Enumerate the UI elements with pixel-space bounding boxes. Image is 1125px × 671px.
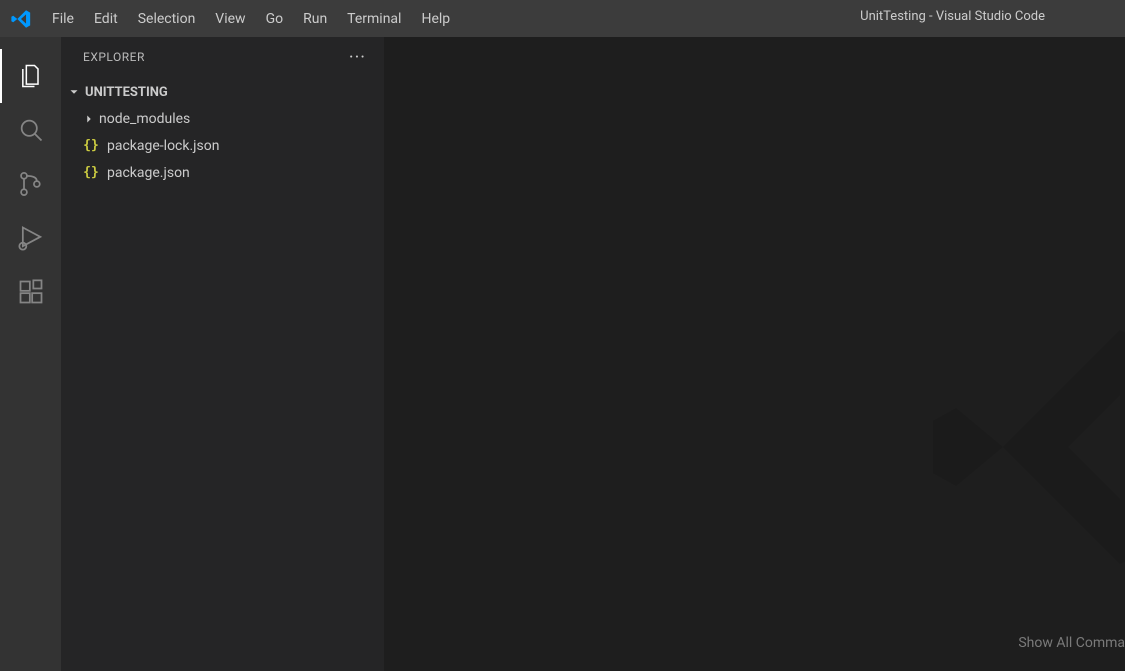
chevron-right-icon (81, 110, 97, 128)
title-bar: File Edit Selection View Go Run Terminal… (0, 0, 1125, 37)
file-tree: UNITTESTING node_modules {} package-lock… (61, 77, 384, 188)
menu-file[interactable]: File (42, 5, 84, 33)
editor-area: Show All Comma (384, 37, 1125, 671)
chevron-down-icon (65, 83, 83, 101)
activity-run-debug-icon[interactable] (0, 211, 61, 265)
tree-item-label: package.json (107, 165, 190, 181)
sidebar-title: EXPLORER (83, 50, 145, 64)
menu-go[interactable]: Go (256, 5, 294, 33)
activity-bar (0, 37, 61, 671)
show-all-commands-hint: Show All Comma (1018, 635, 1125, 651)
tree-file-package-lock[interactable]: {} package-lock.json (61, 132, 384, 159)
menu-run[interactable]: Run (293, 5, 337, 33)
window-title: UnitTesting - Visual Studio Code (860, 9, 1045, 24)
sidebar-more-icon[interactable]: ··· (349, 47, 366, 68)
menu-view[interactable]: View (205, 5, 255, 33)
tree-item-label: node_modules (99, 111, 190, 127)
sidebar: EXPLORER ··· UNITTESTING node_modules {}… (61, 37, 384, 671)
json-file-icon: {} (81, 165, 101, 180)
activity-explorer-icon[interactable] (0, 49, 61, 103)
menu-edit[interactable]: Edit (84, 5, 128, 33)
json-file-icon: {} (81, 138, 101, 153)
tree-file-package-json[interactable]: {} package.json (61, 159, 384, 186)
menu-help[interactable]: Help (411, 5, 460, 33)
vscode-logo-icon (10, 8, 32, 30)
tree-item-label: package-lock.json (107, 138, 219, 154)
activity-search-icon[interactable] (0, 103, 61, 157)
activity-source-control-icon[interactable] (0, 157, 61, 211)
menu-terminal[interactable]: Terminal (337, 5, 411, 33)
editor-watermark-icon (925, 317, 1125, 581)
tree-root-folder[interactable]: UNITTESTING (61, 79, 384, 105)
tree-folder-node-modules[interactable]: node_modules (61, 105, 384, 132)
menu-bar: File Edit Selection View Go Run Terminal… (42, 5, 460, 33)
project-name: UNITTESTING (85, 85, 168, 100)
main-area: EXPLORER ··· UNITTESTING node_modules {}… (0, 37, 1125, 671)
sidebar-header: EXPLORER ··· (61, 37, 384, 77)
menu-selection[interactable]: Selection (128, 5, 206, 33)
activity-extensions-icon[interactable] (0, 265, 61, 319)
